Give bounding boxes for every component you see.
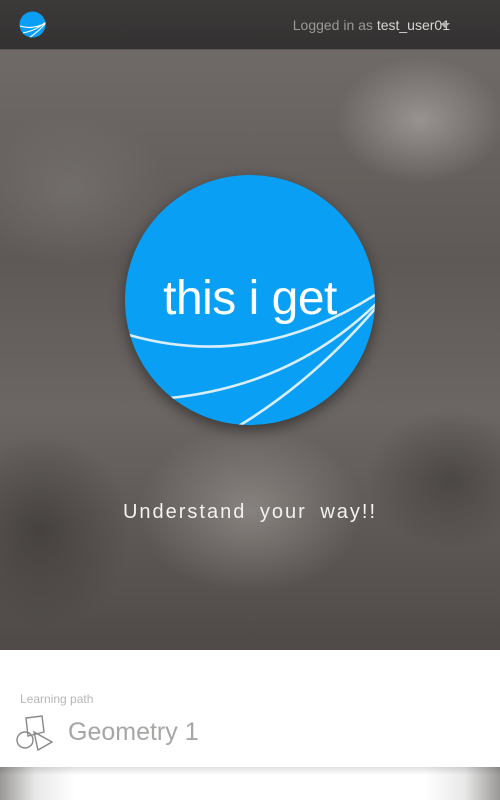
caret-down-icon[interactable] <box>440 23 450 28</box>
path-title: Geometry 1 <box>68 718 199 746</box>
top-bar: Logged in as test_user01 <box>0 0 500 50</box>
section-label: Learning path <box>20 692 94 706</box>
tagline: Understand your way!! <box>122 501 378 523</box>
footer-strip <box>0 767 500 800</box>
learning-path-item-geometry-1[interactable]: Geometry 1 <box>14 714 314 754</box>
footer-shadow <box>0 767 500 775</box>
user-menu[interactable]: Logged in as test_user01 <box>293 17 450 33</box>
this-i-get-globe-icon[interactable] <box>19 11 46 38</box>
brand-badge: this i get <box>125 175 375 425</box>
geometry-shapes-icon <box>16 715 54 752</box>
learning-path-section: Learning path Geometry 1 <box>0 650 500 767</box>
logged-in-prefix: Logged in as <box>292 17 377 33</box>
brand-text: this i get <box>163 272 337 325</box>
hero-banner: this i get Understand your way!! <box>0 50 500 650</box>
